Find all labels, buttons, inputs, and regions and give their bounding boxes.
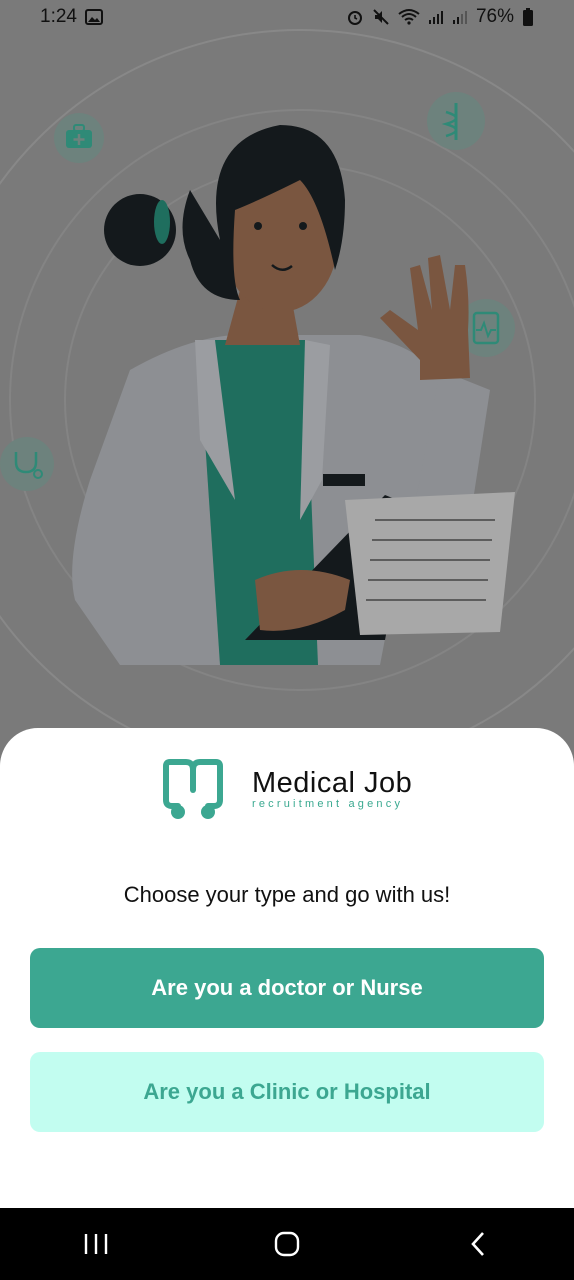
status-left: 1:24 <box>40 6 103 28</box>
app-logo: Medical Job recruitment agency <box>162 756 412 820</box>
medical-job-logo-icon <box>163 759 223 819</box>
back-button[interactable] <box>448 1214 508 1274</box>
status-time: 1:24 <box>40 6 77 27</box>
first-aid-icon <box>54 113 104 163</box>
image-icon <box>84 9 103 25</box>
doctor-illustration <box>0 0 574 760</box>
recent-apps-icon <box>84 1234 107 1254</box>
recent-apps-button[interactable] <box>66 1214 126 1274</box>
doctor-nurse-button[interactable]: Are you a doctor or Nurse <box>30 948 544 1028</box>
home-button[interactable] <box>257 1214 317 1274</box>
battery-icon <box>523 8 533 26</box>
clinic-hospital-button[interactable]: Are you a Clinic or Hospital <box>30 1052 544 1132</box>
caduceus-icon <box>427 92 485 150</box>
logo-subtitle: recruitment agency <box>252 797 404 810</box>
mute-icon <box>373 9 389 25</box>
alarm-icon <box>347 11 362 25</box>
status-bar: 1:24 76% <box>0 0 574 34</box>
signal-icon <box>452 11 467 24</box>
battery-percent: 76% <box>475 6 514 27</box>
status-right: 76% <box>346 6 534 28</box>
stethoscope-icon <box>0 437 54 491</box>
home-icon <box>274 1231 300 1257</box>
choose-type-prompt: Choose your type and go with us! <box>123 882 451 907</box>
navigation-bar <box>0 1208 574 1280</box>
logo-title: Medical Job <box>252 766 413 799</box>
wifi-icon <box>398 9 420 25</box>
back-icon <box>471 1232 485 1256</box>
signal-icon <box>428 11 443 24</box>
